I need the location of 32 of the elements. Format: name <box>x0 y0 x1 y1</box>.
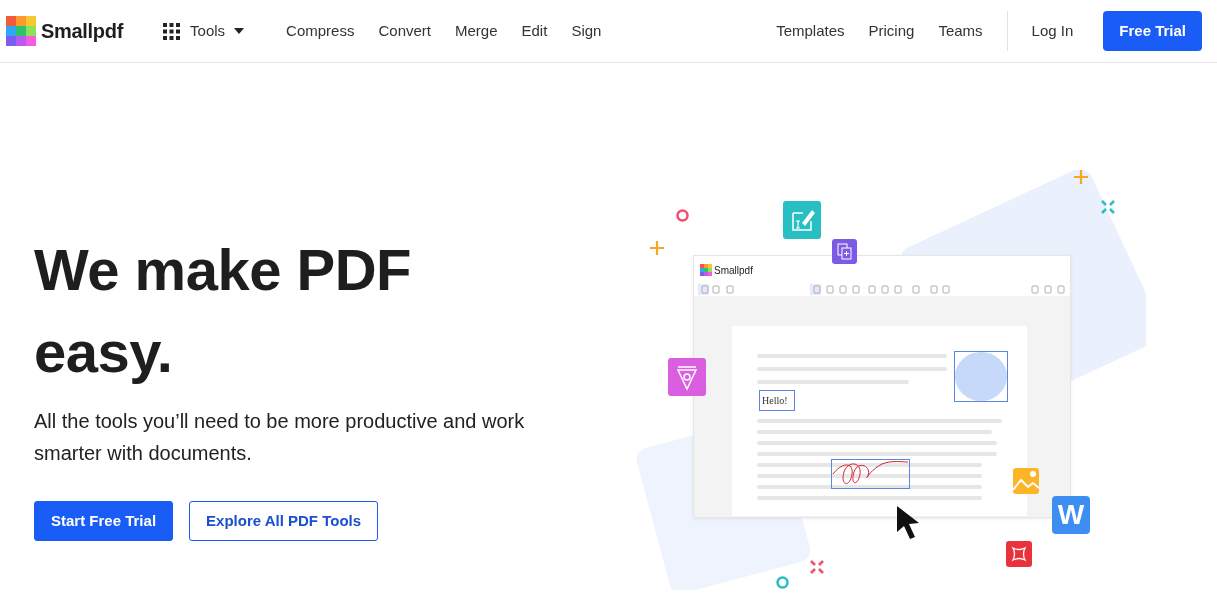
logo-icon[interactable] <box>6 16 36 46</box>
nav-link[interactable]: Edit <box>521 19 548 43</box>
sparkle-icon <box>810 560 824 574</box>
ring-icon <box>776 576 789 589</box>
circle-shape <box>955 352 1007 401</box>
caret-icon <box>234 28 245 34</box>
edit-tool-icon <box>783 201 821 239</box>
nav-link[interactable]: Pricing <box>868 19 915 43</box>
hero-heading: We make PDF easy. <box>34 236 413 386</box>
sparkle-icon <box>1101 200 1115 214</box>
word-tile: W <box>1052 496 1090 534</box>
nav-link[interactable]: Merge <box>455 19 498 43</box>
plus-icon <box>1074 170 1088 184</box>
nav-link[interactable]: Sign <box>571 19 602 43</box>
nav-link[interactable]: Teams <box>938 19 983 43</box>
logo-icon <box>700 264 712 276</box>
hero-description: All the tools you’ll need to be more productive and work smarter with documents. <box>34 409 526 466</box>
nav-link[interactable]: Compress <box>286 19 355 43</box>
explore-tools-button[interactable]: Explore All PDF Tools <box>189 501 379 541</box>
ring-icon <box>676 209 689 222</box>
crop-tool-icon <box>1006 541 1032 567</box>
nav-link[interactable]: Templates <box>776 19 845 43</box>
plus-icon <box>650 241 664 255</box>
grid-icon <box>163 22 181 40</box>
nav-link[interactable]: Convert <box>378 19 431 43</box>
brand-name[interactable]: Smallpdf <box>41 16 124 46</box>
start-trial-button[interactable]: Start Free Trial <box>34 501 174 541</box>
app-title: Smallpdf <box>714 264 753 278</box>
free-trial-button[interactable]: Free Trial <box>1103 10 1202 52</box>
text-annotation: Hello! <box>759 390 795 411</box>
tools-menu[interactable]: Tools <box>163 19 245 43</box>
login-link[interactable]: Log In <box>1031 19 1074 43</box>
